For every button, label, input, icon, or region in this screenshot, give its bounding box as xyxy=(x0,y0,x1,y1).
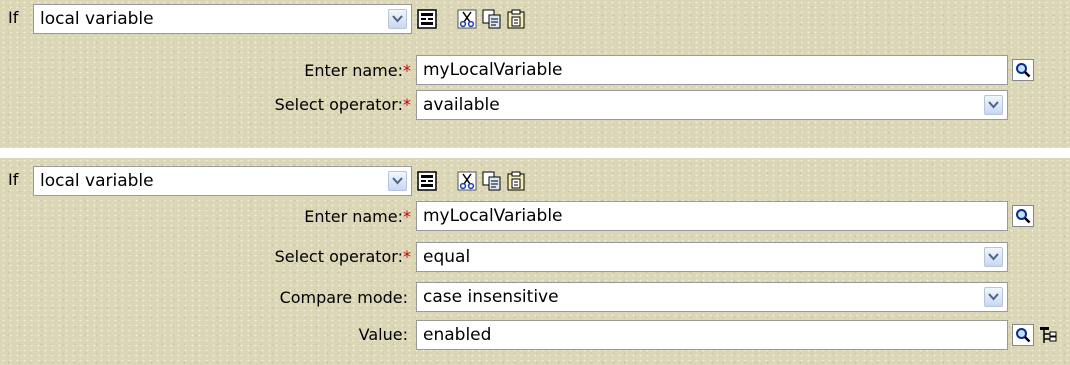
compare-mode-value: case insensitive xyxy=(423,287,559,307)
name-input[interactable]: myLocalVariable xyxy=(416,201,1008,231)
expression-builder-icon[interactable] xyxy=(416,8,438,30)
value-label: Value: xyxy=(358,325,408,344)
required-marker: * xyxy=(403,61,411,80)
required-marker: * xyxy=(403,95,411,114)
value-input-value: enabled xyxy=(423,325,492,345)
enter-name-label-text: Enter name: xyxy=(304,61,403,80)
name-input-value: myLocalVariable xyxy=(423,206,563,226)
chevron-down-icon[interactable] xyxy=(984,95,1003,115)
search-icon[interactable] xyxy=(1012,59,1034,81)
name-input[interactable]: myLocalVariable xyxy=(416,55,1008,85)
name-input-value: myLocalVariable xyxy=(423,60,563,80)
condition-type-value: local variable xyxy=(40,171,154,191)
argument-builder-icon[interactable] xyxy=(1037,324,1059,346)
search-icon[interactable] xyxy=(1012,324,1034,346)
value-input[interactable]: enabled xyxy=(416,320,1008,350)
copy-icon[interactable] xyxy=(481,8,503,30)
select-operator-label-text: Select operator: xyxy=(274,247,403,266)
compare-mode-select[interactable]: case insensitive xyxy=(416,282,1008,312)
condition-type-select[interactable]: local variable xyxy=(33,166,412,196)
condition-type-select[interactable]: local variable xyxy=(33,4,412,34)
cut-icon[interactable] xyxy=(456,170,478,192)
condition-panel-1: If local variable Enter name:* myLocalVa… xyxy=(0,0,1070,148)
chevron-down-icon[interactable] xyxy=(388,9,407,29)
expression-builder-icon[interactable] xyxy=(416,170,438,192)
enter-name-label: Enter name:* xyxy=(304,207,411,226)
operator-select[interactable]: available xyxy=(416,90,1008,120)
condition-editor: If local variable Enter name:* myLocalVa… xyxy=(0,0,1070,365)
if-label: If xyxy=(8,8,19,27)
chevron-down-icon[interactable] xyxy=(984,247,1003,267)
paste-icon[interactable] xyxy=(505,170,527,192)
select-operator-label-text: Select operator: xyxy=(274,95,403,114)
paste-icon[interactable] xyxy=(505,8,527,30)
operator-select-value: equal xyxy=(423,247,471,267)
operator-select-value: available xyxy=(423,95,500,115)
enter-name-label-text: Enter name: xyxy=(304,207,403,226)
required-marker: * xyxy=(403,247,411,266)
condition-panel-2: If local variable Enter name:* myLocalVa… xyxy=(0,158,1070,365)
search-icon[interactable] xyxy=(1012,205,1034,227)
copy-icon[interactable] xyxy=(481,170,503,192)
compare-mode-label: Compare mode: xyxy=(279,288,408,307)
select-operator-label: Select operator:* xyxy=(275,247,411,266)
chevron-down-icon[interactable] xyxy=(388,171,407,191)
chevron-down-icon[interactable] xyxy=(984,287,1003,307)
enter-name-label: Enter name:* xyxy=(304,61,411,80)
if-label: If xyxy=(8,170,19,189)
cut-icon[interactable] xyxy=(456,8,478,30)
condition-type-value: local variable xyxy=(40,9,154,29)
required-marker: * xyxy=(403,207,411,226)
select-operator-label: Select operator:* xyxy=(275,95,411,114)
operator-select[interactable]: equal xyxy=(416,242,1008,272)
